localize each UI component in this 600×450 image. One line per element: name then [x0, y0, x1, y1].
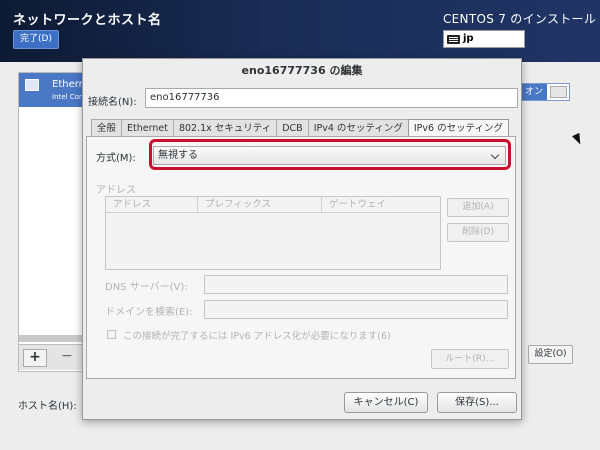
add-connection-button[interactable]: + — [23, 349, 47, 367]
install-title: CENTOS 7 のインストール — [443, 12, 597, 26]
connection-list-toolbar: + − — [19, 344, 87, 370]
add-address-button[interactable]: 追加(A) — [447, 198, 509, 217]
connection-list-panel — [18, 72, 88, 372]
require-ipv6-label: この接続が完了するには IPv6 アドレス化が必要になります(6) — [123, 331, 391, 342]
address-table: アドレス プレフィックス ゲートウェイ — [105, 196, 441, 270]
edit-connection-dialog: eno16777736 の編集 接続名(N): eno16777736 全般 E… — [82, 58, 522, 420]
done-button[interactable]: 完了(D) — [13, 30, 59, 49]
connection-list-item[interactable]: Ethernet Intel Corporation — [19, 73, 85, 107]
connection-toggle[interactable]: オン — [520, 83, 570, 101]
keyboard-icon — [447, 34, 460, 44]
tab-general[interactable]: 全般 — [91, 119, 123, 137]
hostname-label: ホスト名(H): — [18, 401, 77, 412]
search-domains-label: ドメインを検索(E): — [105, 307, 193, 318]
tab-ipv4-settings[interactable]: IPv4 のセッティング — [307, 119, 409, 137]
method-selected-value: 無視する — [158, 150, 198, 161]
dns-servers-label: DNS サーバー(V): — [105, 282, 188, 293]
method-dropdown[interactable]: 無視する — [153, 146, 506, 165]
column-prefix: プレフィックス — [198, 197, 322, 212]
ipv6-settings-panel: 方式(M): 無視する アドレス アドレス プレフィックス ゲートウェイ 追加(… — [86, 136, 516, 379]
connection-name-label: 接続名(N): — [88, 97, 137, 108]
routes-button[interactable]: ルート(R)… — [431, 349, 509, 369]
chevron-down-icon — [490, 150, 500, 160]
method-label: 方式(M): — [96, 153, 136, 164]
toggle-on-label: オン — [521, 84, 547, 100]
installer-header: ネットワークとホスト名 完了(D) CENTOS 7 のインストール jp — [0, 0, 600, 62]
mouse-cursor-icon — [572, 132, 584, 147]
tab-ethernet[interactable]: Ethernet — [121, 119, 174, 137]
cancel-button[interactable]: キャンセル(C) — [344, 392, 428, 413]
connection-description: Intel Corporation — [52, 93, 85, 101]
require-ipv6-checkbox[interactable] — [107, 330, 116, 339]
remove-connection-button[interactable]: − — [55, 349, 79, 367]
connection-name: Ethernet — [52, 79, 85, 90]
tab-dcb[interactable]: DCB — [276, 119, 309, 137]
dialog-title: eno16777736 の編集 — [241, 64, 363, 77]
network-icon — [25, 79, 39, 91]
address-section-label: アドレス — [96, 185, 136, 196]
address-table-header: アドレス プレフィックス ゲートウェイ — [106, 197, 440, 213]
save-button[interactable]: 保存(S)... — [437, 392, 517, 413]
settings-tabs: 全般 Ethernet 802.1x セキュリティ DCB IPv4 のセッティ… — [91, 119, 510, 138]
tab-8021x-security[interactable]: 802.1x セキュリティ — [172, 119, 278, 137]
page-title: ネットワークとホスト名 — [13, 13, 162, 28]
delete-address-button[interactable]: 削除(D) — [447, 223, 509, 242]
column-address: アドレス — [106, 197, 198, 212]
toggle-knob — [550, 86, 567, 98]
keyboard-layout-label: jp — [463, 33, 474, 44]
connection-list-scrollbar[interactable] — [19, 335, 87, 342]
settings-button[interactable]: 設定(O) — [528, 345, 573, 364]
search-domains-input[interactable] — [204, 300, 508, 319]
connection-name-input[interactable]: eno16777736 — [145, 88, 518, 108]
keyboard-layout-indicator[interactable]: jp — [443, 30, 525, 48]
dns-servers-input[interactable] — [204, 275, 508, 294]
column-gateway: ゲートウェイ — [329, 199, 387, 210]
